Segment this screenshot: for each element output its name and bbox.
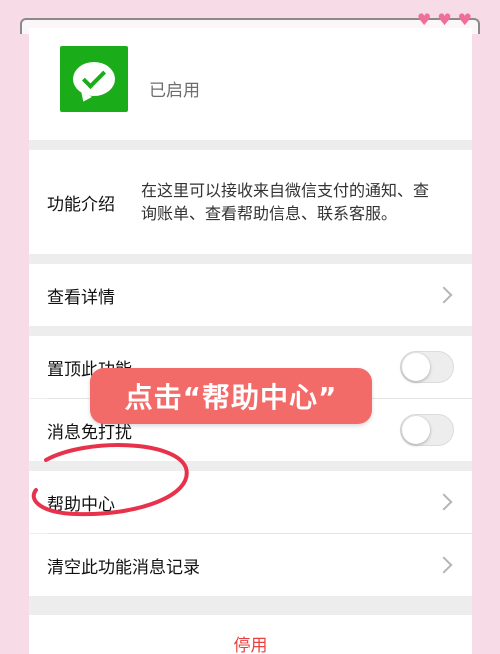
view-details-row[interactable]: 查看详情: [29, 264, 472, 326]
toggle-knob: [402, 416, 430, 444]
chevron-right-icon: [435, 556, 453, 574]
feature-intro-description: 在这里可以接收来自微信支付的通知、查询账单、查看帮助信息、联系客服。: [141, 181, 430, 223]
section-gap: [29, 254, 472, 264]
app-header: 已启用: [29, 28, 472, 140]
status-text: 已启用: [149, 81, 200, 101]
feature-intro-label: 功能介绍: [47, 194, 115, 215]
section-gap: [29, 326, 472, 336]
disable-button[interactable]: 停用: [29, 615, 472, 654]
check-icon: [81, 64, 107, 90]
clear-history-label: 清空此功能消息记录: [47, 557, 200, 578]
mute-toggle[interactable]: [400, 414, 454, 446]
pin-top-toggle[interactable]: [400, 351, 454, 383]
highlight-circle-annotation: [31, 443, 189, 517]
hearts-decoration: ♥ ♥ ♥: [417, 12, 472, 28]
chevron-right-icon: [435, 493, 453, 511]
wechat-pay-icon: [60, 46, 128, 112]
settings-screen: 已启用 功能介绍 在这里可以接收来自微信支付的通知、查询账单、查看帮助信息、联系…: [29, 28, 472, 654]
heart-icon: ♥: [437, 10, 452, 29]
section-gap: [29, 596, 472, 615]
view-details-label: 查看详情: [47, 287, 115, 308]
clear-history-row[interactable]: 清空此功能消息记录: [29, 534, 472, 596]
toggle-knob: [402, 353, 430, 381]
chevron-right-icon: [435, 286, 453, 304]
instruction-callout: 点击“帮助中心”: [90, 368, 372, 424]
feature-intro: 功能介绍 在这里可以接收来自微信支付的通知、查询账单、查看帮助信息、联系客服。: [29, 150, 472, 254]
section-gap: [29, 140, 472, 150]
chat-bubble-icon: [73, 62, 115, 96]
heart-icon: ♥: [416, 10, 432, 29]
heart-icon: ♥: [457, 10, 472, 29]
